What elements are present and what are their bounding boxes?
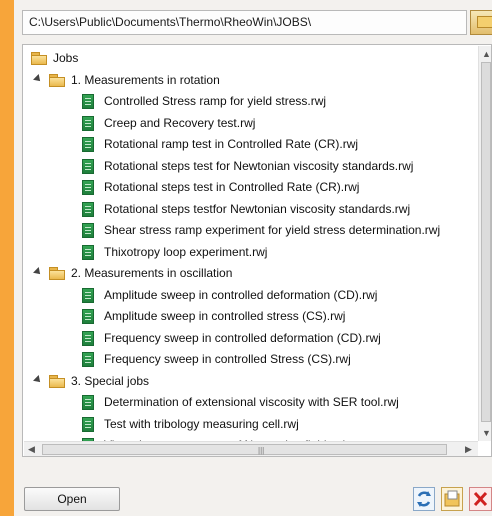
tree-job-item[interactable]: Zero point determination and sample load… — [23, 457, 479, 458]
job-file-label: Rotational steps testfor Newtonian visco… — [104, 201, 411, 216]
expand-arrow-icon[interactable] — [33, 267, 43, 277]
job-file-icon — [82, 416, 94, 432]
tree-group-folder[interactable]: 3. Special jobs — [23, 371, 473, 392]
job-file-icon — [82, 352, 94, 367]
job-file-icon — [82, 244, 94, 260]
refresh-icon — [417, 491, 431, 507]
jobs-tree[interactable]: Jobs 1. Measurements in rotation Controlle… — [22, 44, 492, 457]
tree-group-label: 1. Measurements in rotation — [71, 72, 220, 87]
job-file-label: Creep and Recovery test.rwj — [104, 115, 256, 130]
folder-icon — [49, 73, 66, 87]
delete-icon — [473, 491, 488, 507]
tree-job-item[interactable]: Test with tribology measuring cell.rwj — [23, 414, 479, 435]
folder-body — [49, 377, 65, 388]
job-file-icon — [82, 309, 94, 324]
folder-body — [31, 55, 47, 65]
job-file-label: Test with tribology measuring cell.rwj — [104, 416, 299, 431]
folder-body — [49, 76, 65, 87]
tree-job-item[interactable]: Determination of extensional viscosity w… — [23, 392, 479, 413]
open-button[interactable]: Open — [24, 487, 120, 511]
job-file-icon — [82, 94, 94, 109]
job-file-icon — [82, 158, 94, 174]
folder-body — [49, 270, 65, 280]
horizontal-scroll-thumb[interactable]: ||| — [42, 444, 447, 455]
tree-job-item[interactable]: Frequency sweep in controlled deformatio… — [23, 328, 479, 349]
job-file-label: Thixotropy loop experiment.rwj — [104, 244, 268, 259]
job-file-label: Shear stress ramp experiment for yield s… — [104, 223, 441, 237]
path-field[interactable]: C:\Users\Public\Documents\Thermo\RheoWin… — [22, 10, 467, 35]
tree-job-item[interactable]: Rotational ramp test in Controlled Rate … — [23, 134, 479, 155]
tree-group-label: 2. Measurements in oscillation — [71, 266, 233, 280]
job-file-icon — [82, 330, 94, 346]
job-file-icon — [82, 115, 94, 131]
expand-arrow-icon[interactable] — [33, 374, 43, 385]
job-file-icon — [82, 201, 94, 217]
vertical-scrollbar[interactable]: ▲ ▼ — [478, 46, 491, 441]
tree-group-folder[interactable]: 2. Measurements in oscillation — [23, 263, 473, 284]
scroll-down-arrow-icon[interactable]: ▼ — [482, 427, 491, 439]
tree-group-label: 3. Special jobs — [71, 373, 150, 388]
job-file-label: Rotational ramp test in Controlled Rate … — [104, 137, 359, 151]
tree-job-item[interactable]: Rotational steps testfor Newtonian visco… — [23, 199, 479, 220]
scroll-right-arrow-icon[interactable]: ▶ — [465, 443, 472, 455]
job-file-label: Rotational steps test for Newtonian visc… — [104, 158, 414, 173]
job-file-label: Determination of extensional viscosity w… — [104, 395, 399, 409]
folder-icon — [477, 16, 492, 28]
vertical-scroll-thumb[interactable] — [481, 62, 491, 422]
job-file-icon — [82, 395, 94, 410]
tree-root-label: Jobs — [53, 51, 79, 65]
job-file-label: Rotational steps test in Controlled Rate… — [104, 180, 360, 194]
expand-arrow-icon[interactable] — [33, 73, 43, 84]
job-file-icon — [82, 287, 94, 303]
delete-button[interactable] — [469, 487, 492, 511]
folder-icon — [49, 374, 66, 388]
browse-folder-button[interactable] — [470, 10, 492, 35]
scroll-left-arrow-icon[interactable]: ◀ — [28, 443, 35, 455]
tree-root-jobs[interactable]: Jobs — [23, 48, 473, 69]
job-file-icon — [82, 223, 94, 238]
job-file-icon — [82, 137, 94, 152]
new-job-icon — [444, 490, 460, 507]
tree-job-item[interactable]: Amplitude sweep in controlled deformatio… — [23, 285, 479, 306]
job-file-label: Controlled Stress ramp for yield stress.… — [104, 94, 327, 108]
job-file-label: Amplitude sweep in controlled deformatio… — [104, 287, 378, 302]
folder-icon — [31, 52, 48, 65]
folder-icon — [49, 267, 66, 280]
job-file-icon — [82, 180, 94, 195]
tree-job-item[interactable]: Rotational steps test for Newtonian visc… — [23, 156, 479, 177]
tree-job-item[interactable]: Shear stress ramp experiment for yield s… — [23, 220, 479, 241]
job-file-label: Frequency sweep in controlled Stress (CS… — [104, 352, 351, 366]
tree-job-item[interactable]: Frequency sweep in controlled Stress (CS… — [23, 349, 479, 370]
job-file-label: Zero point determination and sample load… — [104, 457, 490, 458]
tree-job-item[interactable]: Amplitude sweep in controlled stress (CS… — [23, 306, 479, 327]
tree-job-item[interactable]: Rotational steps test in Controlled Rate… — [23, 177, 479, 198]
horizontal-scrollbar[interactable]: ◀ ||| ▶ — [24, 441, 478, 456]
refresh-button[interactable] — [413, 487, 435, 511]
job-file-label: Amplitude sweep in controlled stress (CS… — [104, 309, 346, 323]
tree-group-folder[interactable]: 1. Measurements in rotation — [23, 70, 473, 91]
tree-job-item[interactable]: Thixotropy loop experiment.rwj — [23, 242, 479, 263]
scroll-up-arrow-icon[interactable]: ▲ — [482, 48, 491, 60]
new-job-button[interactable] — [441, 487, 463, 511]
job-file-label: Frequency sweep in controlled deformatio… — [104, 330, 381, 345]
tree-job-item[interactable]: Creep and Recovery test.rwj — [23, 113, 479, 134]
tree-job-item[interactable]: Controlled Stress ramp for yield stress.… — [23, 91, 479, 112]
